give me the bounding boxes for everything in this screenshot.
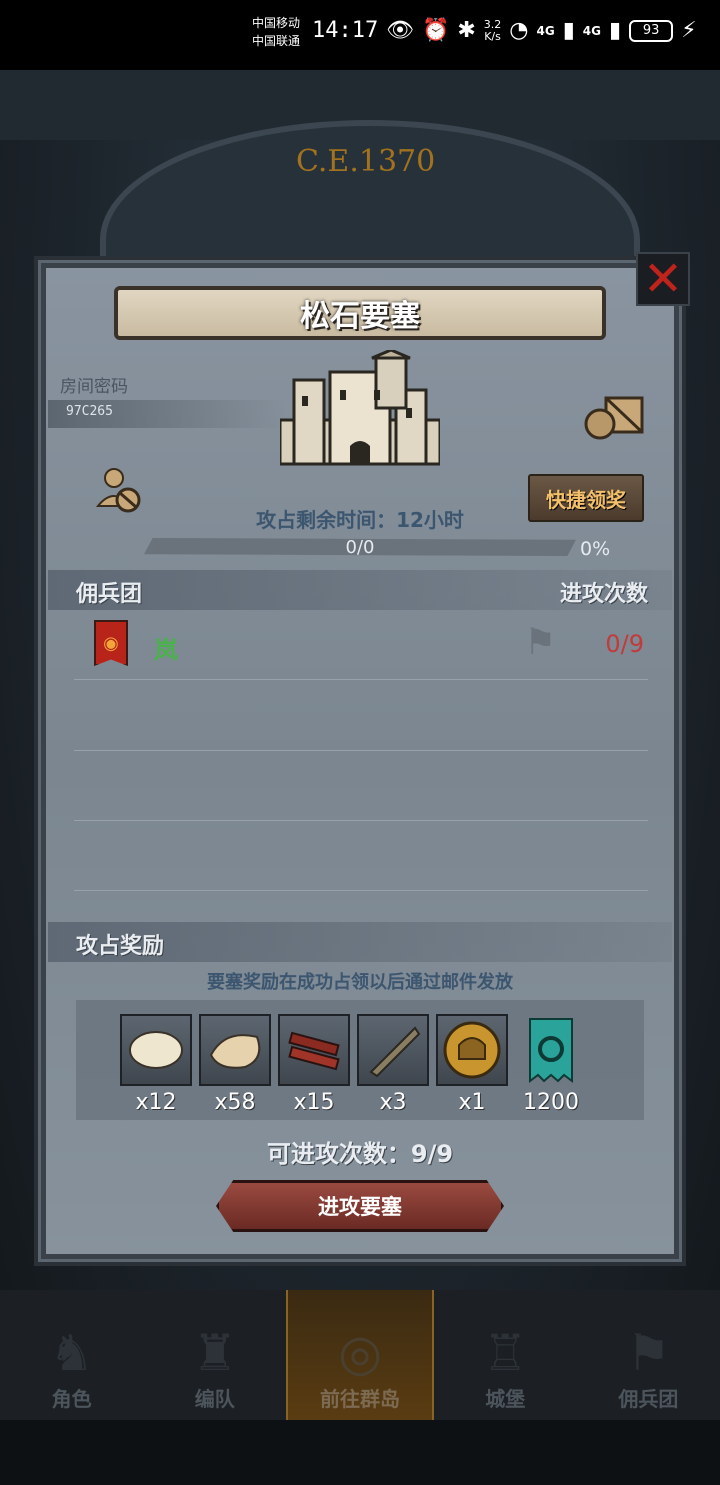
net-speed: 3.2 K/s xyxy=(484,19,502,43)
status-icons: 👁 ⏰ ✱ 3.2 K/s ◔ 4G ▮ 4G ▮ 93 ⚡ xyxy=(386,16,697,46)
nav-item-mercenary[interactable]: ⚑ 佣兵团 xyxy=(577,1290,720,1420)
wood-planks-icon xyxy=(278,1014,350,1086)
mercenary-name: 岚 xyxy=(154,636,178,664)
remaining-attacks: 可进攻次数：9/9 xyxy=(266,1140,454,1168)
page-title: 松石要塞 xyxy=(300,299,420,334)
close-icon: ✕ xyxy=(642,251,684,307)
nav-item-castle[interactable]: ♖ 城堡 xyxy=(434,1290,577,1420)
attack-fortress-label: 进攻要塞 xyxy=(318,1195,402,1219)
era-label: C.E.1370 xyxy=(296,144,436,179)
reward-item[interactable]: x12 xyxy=(120,1014,192,1115)
mercenary-row[interactable]: ◉ 岚 ⚑ 0/9 xyxy=(74,614,648,680)
attack-count-header: 进攻次数 xyxy=(559,582,648,607)
rewards-note: 要塞奖励在成功占领以后通过邮件发放 xyxy=(207,972,513,993)
title-banner: 松石要塞 xyxy=(114,286,606,340)
guild-banner-icon xyxy=(515,1014,587,1086)
room-password-label: 房间密码 xyxy=(60,377,128,397)
remaining-time: 攻占剩余时间：12小时 xyxy=(256,508,464,532)
progress-percent: 0% xyxy=(580,538,611,560)
room-code: 97C265 xyxy=(66,404,113,419)
rewards-section-header: 攻占奖励 xyxy=(48,922,672,962)
net-speed-unit: K/s xyxy=(484,30,501,43)
battery-indicator: 93 xyxy=(629,20,674,42)
empty-row-divider xyxy=(74,890,648,891)
wool-icon xyxy=(199,1014,271,1086)
supplies-icon[interactable] xyxy=(584,392,646,440)
bluetooth-icon: ✱ xyxy=(457,18,476,43)
carrier-2: 中国联通 xyxy=(252,34,301,48)
status-bar: 中国移动 中国联通 14:17 👁 ⏰ ✱ 3.2 K/s ◔ 4G ▮ 4G … xyxy=(0,0,720,70)
nav-label: 前往群岛 xyxy=(320,1387,400,1411)
fortress-castle-icon xyxy=(280,350,440,466)
mercenary-attack-count: 0/9 xyxy=(605,630,644,658)
horn-icon xyxy=(357,1014,429,1086)
nav-label: 城堡 xyxy=(485,1387,526,1411)
signal-bars-icon: ▮ xyxy=(562,18,575,43)
signal-1: 4G xyxy=(536,24,555,38)
team-icon: ♜ xyxy=(192,1324,238,1382)
nav-item-character[interactable]: ♞ 角色 xyxy=(0,1290,143,1420)
mercenary-section-header: 佣兵团 进攻次数 xyxy=(48,570,672,610)
attack-flag-icon: ⚑ xyxy=(524,622,557,663)
reward-list: x12 x58 x15 x3 x1 1200 xyxy=(120,1014,587,1115)
reward-qty: x3 xyxy=(379,1090,407,1115)
carrier-names: 中国移动 中国联通 xyxy=(252,14,300,50)
alarm-icon: ⏰ xyxy=(421,18,450,43)
white-fur-icon xyxy=(120,1014,192,1086)
reward-item[interactable]: x58 xyxy=(199,1014,271,1115)
nav-item-islands[interactable]: ◎ 前往群岛 xyxy=(286,1290,434,1420)
empty-row-divider xyxy=(74,820,648,821)
reward-qty: x15 xyxy=(293,1090,335,1115)
island-compass-icon: ◎ xyxy=(338,1324,382,1382)
reward-qty: x1 xyxy=(458,1090,486,1115)
empty-row-divider xyxy=(74,750,648,751)
mercenary-icon: ⚑ xyxy=(626,1324,671,1382)
guild-flag-icon: ◉ xyxy=(94,620,128,666)
attack-fortress-button[interactable]: 进攻要塞 xyxy=(216,1180,504,1232)
reward-qty: x12 xyxy=(135,1090,177,1115)
reward-item[interactable]: x15 xyxy=(278,1014,350,1115)
nav-label: 角色 xyxy=(51,1387,92,1411)
gold-helmet-medal-icon xyxy=(436,1014,508,1086)
eye-emblem-icon: ◉ xyxy=(103,632,119,654)
nav-label: 佣兵团 xyxy=(618,1387,679,1411)
reward-item[interactable]: x1 xyxy=(436,1014,508,1115)
progress-count: 0/0 xyxy=(345,537,375,558)
signal-2: 4G xyxy=(582,24,601,38)
bottom-strip xyxy=(0,1420,720,1485)
close-button[interactable]: ✕ xyxy=(636,252,690,306)
mercenary-header: 佣兵团 xyxy=(76,582,143,607)
bottom-nav: ♞ 角色 ♜ 编队 ◎ 前往群岛 ♖ 城堡 ⚑ 佣兵团 xyxy=(0,1290,720,1420)
eye-icon: 👁 xyxy=(386,18,414,43)
charging-icon: ⚡ xyxy=(681,18,697,43)
reward-item[interactable]: x3 xyxy=(357,1014,429,1115)
nav-label: 编队 xyxy=(194,1387,235,1411)
status-clock: 14:17 xyxy=(312,18,379,43)
carrier-1: 中国移动 xyxy=(252,16,301,30)
knight-icon: ♞ xyxy=(49,1324,95,1382)
nav-item-formation[interactable]: ♜ 编队 xyxy=(143,1290,286,1420)
reward-qty: x58 xyxy=(214,1090,256,1115)
castle-icon: ♖ xyxy=(482,1324,528,1382)
rewards-header: 攻占奖励 xyxy=(76,934,165,959)
reward-qty: 1200 xyxy=(523,1090,579,1115)
reward-item[interactable]: 1200 xyxy=(515,1014,587,1115)
signal-bars-icon: ▮ xyxy=(609,18,622,43)
wifi-icon: ◔ xyxy=(509,18,529,43)
